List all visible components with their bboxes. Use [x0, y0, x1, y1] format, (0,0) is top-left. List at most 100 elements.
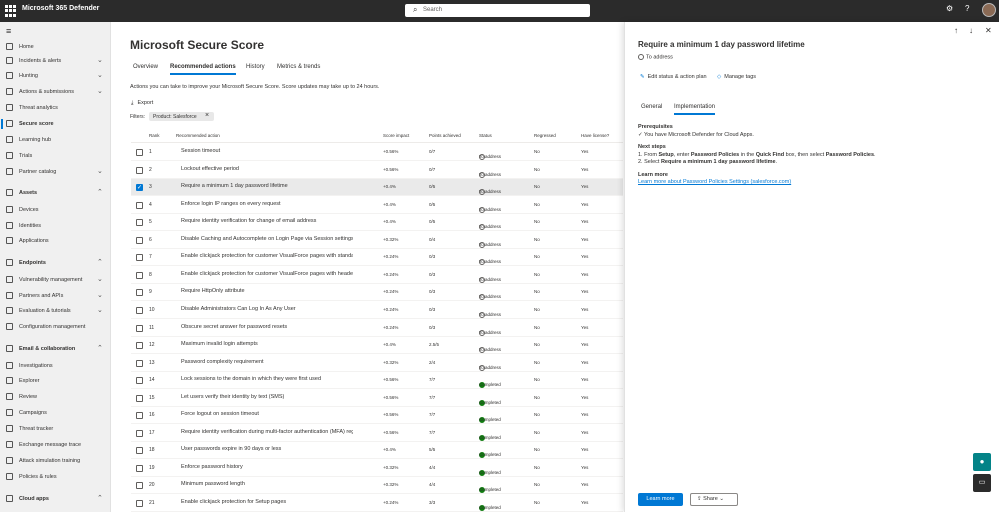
- table-row[interactable]: 17 Require identity verification during m…: [131, 425, 623, 442]
- nav-item-endpoints[interactable]: Endpoints ⌃: [0, 256, 110, 270]
- col-points-achieved[interactable]: Points achieved: [429, 133, 461, 138]
- row-checkbox[interactable]: [136, 482, 143, 490]
- learn-more-link[interactable]: Learn more about Password Policies Setti…: [638, 179, 791, 185]
- action-cell[interactable]: Enable clickjack protection for customer…: [181, 253, 353, 259]
- table-row[interactable]: 16 Force logout on session timeout +0.56% 7…: [131, 407, 623, 425]
- nav-item-campaigns[interactable]: Campaigns: [0, 406, 110, 420]
- action-cell[interactable]: Lock sessions to the domain in which the…: [181, 376, 353, 382]
- col-rank[interactable]: Rank: [149, 133, 160, 138]
- row-checkbox[interactable]: [136, 306, 143, 314]
- filter-chip[interactable]: Product: Salesforce ×: [149, 112, 214, 121]
- row-checkbox[interactable]: [136, 271, 143, 279]
- chevron-up-icon[interactable]: ⌃: [97, 344, 103, 352]
- action-cell[interactable]: Require identity verification during mul…: [181, 429, 353, 435]
- edit-status-button[interactable]: ✎ Edit status & action plan: [640, 74, 707, 80]
- row-checkbox[interactable]: [136, 447, 143, 455]
- nav-item-exchange[interactable]: Exchange message trace: [0, 438, 110, 452]
- learn-more-button[interactable]: Learn more: [638, 493, 683, 506]
- table-row[interactable]: 20 Minimum password length +0.32% 4/4 Comple…: [131, 477, 623, 495]
- table-row[interactable]: 11 Obscure secret answer for password res…: [131, 320, 623, 337]
- action-cell[interactable]: Minimum password length: [181, 481, 353, 487]
- manage-tags-button[interactable]: ◇ Manage tags: [717, 74, 756, 80]
- nav-item-evaluation[interactable]: Evaluation & tutorials ⌄: [0, 304, 110, 318]
- nav-item-partner-catalog[interactable]: Partner catalog ⌄: [0, 165, 110, 179]
- row-checkbox[interactable]: [136, 394, 143, 402]
- chevron-down-icon[interactable]: ⌄: [97, 56, 103, 64]
- nav-item-partners[interactable]: Partners and APIs ⌄: [0, 289, 110, 303]
- nav-item-applications[interactable]: Applications: [0, 234, 110, 248]
- table-row[interactable]: ✓ 3 Require a minimum 1 day password lifet…: [131, 179, 623, 197]
- action-cell[interactable]: Enforce login IP ranges on every request: [181, 201, 353, 207]
- table-row[interactable]: 14 Lock sessions to the domain in which t…: [131, 372, 623, 390]
- table-row[interactable]: 19 Enforce password history +0.32% 4/4 Compl…: [131, 460, 623, 477]
- nav-item-threat-tracker[interactable]: Threat tracker: [0, 422, 110, 436]
- action-cell[interactable]: Password complexity requirement: [181, 359, 353, 365]
- table-row[interactable]: 6 Disable Caching and Autocomplete on Log…: [131, 232, 623, 249]
- row-checkbox[interactable]: [136, 219, 143, 227]
- chevron-up-icon[interactable]: ⌃: [97, 494, 103, 502]
- app-launcher-icon[interactable]: [5, 5, 17, 17]
- tab-general[interactable]: General: [641, 104, 662, 110]
- table-row[interactable]: 21 Enable clickjack protection for Setup …: [131, 495, 623, 512]
- chevron-down-icon[interactable]: ⌄: [97, 87, 103, 95]
- search-input[interactable]: ⌕ Search: [405, 4, 590, 17]
- nav-item-devices[interactable]: Devices: [0, 203, 110, 217]
- row-checkbox[interactable]: [136, 429, 143, 437]
- help-assistant-icon[interactable]: ●: [973, 453, 991, 471]
- action-cell[interactable]: Require a minimum 1 day password lifetim…: [181, 183, 353, 189]
- nav-item-explorer[interactable]: Explorer: [0, 374, 110, 388]
- nav-item-cloud-apps[interactable]: Cloud apps ⌃: [0, 492, 110, 506]
- row-checkbox[interactable]: [136, 149, 143, 156]
- nav-item-attack-sim[interactable]: Attack simulation training: [0, 454, 110, 468]
- table-row[interactable]: 9 Require HttpOnly attribute +0.24% 0/3 To a…: [131, 284, 623, 302]
- row-checkbox[interactable]: [136, 359, 143, 367]
- chevron-up-icon[interactable]: ⌃: [97, 188, 103, 196]
- table-row[interactable]: 2 Lockout effective period +0.56% 0/7 To add…: [131, 162, 623, 179]
- gear-icon[interactable]: ⚙: [946, 4, 953, 13]
- action-cell[interactable]: Maximum invalid login attempts: [181, 341, 353, 347]
- tab-history[interactable]: History: [246, 64, 265, 70]
- action-cell[interactable]: Let users verify their identity by text …: [181, 394, 353, 400]
- col-have-license[interactable]: Have license?: [581, 133, 609, 138]
- action-cell[interactable]: Require HttpOnly attribute: [181, 288, 353, 294]
- row-checkbox[interactable]: [136, 201, 143, 209]
- row-checkbox[interactable]: [136, 342, 143, 350]
- row-checkbox[interactable]: [136, 464, 143, 472]
- share-button[interactable]: ⇪ Share ⌄: [690, 493, 738, 506]
- nav-item-hunting[interactable]: Hunting ⌄: [0, 69, 110, 83]
- tab-recommended-actions[interactable]: Recommended actions: [170, 64, 236, 75]
- action-cell[interactable]: Enable clickjack protection for Setup pa…: [181, 499, 353, 505]
- nav-item-configuration[interactable]: Configuration management: [0, 320, 110, 334]
- action-cell[interactable]: Force logout on session timeout: [181, 411, 353, 417]
- col-regressed[interactable]: Regressed: [534, 133, 556, 138]
- nav-item-email[interactable]: Email & collaboration ⌃: [0, 342, 110, 356]
- nav-item-actions[interactable]: Actions & submissions ⌄: [0, 85, 110, 99]
- nav-item-threat-analytics[interactable]: Threat analytics: [0, 101, 110, 115]
- table-row[interactable]: 15 Let users verify their identity by tex…: [131, 390, 623, 407]
- action-cell[interactable]: Lockout effective period: [181, 166, 353, 172]
- nav-item-home[interactable]: Home: [0, 40, 110, 54]
- action-cell[interactable]: Obscure secret answer for password reset…: [181, 324, 353, 330]
- app-name[interactable]: Microsoft 365 Defender: [22, 5, 99, 12]
- nav-item-vulnerability[interactable]: Vulnerability management ⌄: [0, 273, 110, 287]
- row-checkbox[interactable]: [136, 412, 143, 420]
- row-checkbox[interactable]: [136, 324, 143, 332]
- nav-item-investigations[interactable]: Investigations: [0, 359, 110, 373]
- tab-metrics-trends[interactable]: Metrics & trends: [277, 64, 320, 70]
- action-cell[interactable]: Session timeout: [181, 148, 353, 154]
- collapse-nav-icon[interactable]: ≡: [6, 26, 11, 36]
- table-row[interactable]: 10 Disable Administrators Can Log In As A…: [131, 302, 623, 319]
- arrow-up-icon[interactable]: ↑: [954, 26, 958, 35]
- row-checkbox[interactable]: ✓: [136, 184, 143, 192]
- action-cell[interactable]: Enforce password history: [181, 464, 353, 470]
- help-icon[interactable]: ?: [965, 4, 969, 13]
- table-row[interactable]: 5 Require identity verification for chang…: [131, 214, 623, 232]
- nav-item-incidents[interactable]: Incidents & alerts ⌄: [0, 54, 110, 68]
- chevron-down-icon[interactable]: ⌄: [97, 275, 103, 283]
- table-row[interactable]: 7 Enable clickjack protection for custome…: [131, 249, 623, 267]
- action-cell[interactable]: Disable Caching and Autocomplete on Logi…: [181, 236, 353, 242]
- tab-implementation[interactable]: Implementation: [674, 104, 716, 115]
- close-icon[interactable]: ×: [205, 112, 209, 119]
- nav-item-policies[interactable]: Policies & rules: [0, 470, 110, 484]
- table-row[interactable]: 1 Session timeout +0.56% 0/7 To address No Yes: [131, 144, 623, 161]
